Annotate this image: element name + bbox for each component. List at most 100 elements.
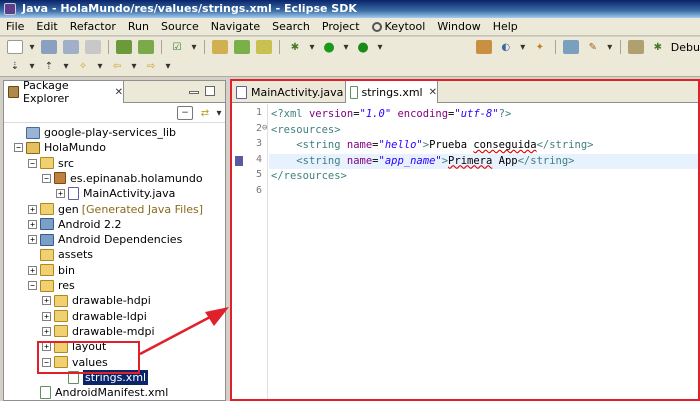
collapse-icon[interactable]: − [28, 281, 37, 290]
android-sdk-manager-icon[interactable] [116, 40, 132, 54]
window-title: Java - HolaMundo/res/values/strings.xml … [22, 2, 357, 15]
external-tools-icon[interactable]: ● [355, 40, 371, 55]
tree-item-label: bin [58, 263, 76, 277]
collapse-icon[interactable]: − [42, 173, 51, 183]
dropdown-icon[interactable]: ▾ [63, 60, 69, 74]
link-with-editor-icon[interactable]: ⇄ [197, 106, 213, 120]
menu-source[interactable]: Source [155, 18, 205, 36]
tree-item[interactable]: + gen [Generated Java Files] [28, 202, 203, 217]
eclipse-icon [4, 3, 16, 15]
folder-icon [40, 264, 54, 277]
tree-item[interactable]: + Android 2.2 [28, 217, 122, 232]
expand-icon[interactable]: + [28, 265, 37, 275]
dropdown-icon[interactable]: ▾ [343, 40, 349, 54]
tree-item-label: Android 2.2 [58, 217, 122, 231]
tree-item[interactable]: + drawable-hdpi [42, 293, 151, 308]
tree-item-label: AndroidManifest.xml [55, 386, 169, 400]
tree-item[interactable]: + MainActivity.java [56, 186, 175, 201]
dropdown-icon[interactable]: ▾ [520, 40, 526, 54]
toolbar-separator [619, 40, 621, 54]
search-icon[interactable]: ✦ [532, 40, 548, 54]
tree-item-label: gen [58, 202, 79, 216]
collapse-icon[interactable]: − [28, 158, 37, 168]
tree-item[interactable]: + drawable-ldpi [42, 309, 147, 324]
package-explorer-tab[interactable]: Package Explorer ✕ [4, 79, 124, 105]
tree-item[interactable]: + drawable-mdpi [42, 324, 155, 339]
open-task-icon[interactable]: ◐ [498, 40, 514, 54]
tree-item[interactable]: google-play-services_lib [14, 125, 176, 140]
package-explorer-icon [8, 86, 20, 98]
new-android-project-icon[interactable] [212, 40, 228, 54]
dropdown-icon[interactable]: ▾ [131, 60, 137, 74]
new-dropdown-icon[interactable]: ▾ [29, 40, 35, 54]
checkbox-icon[interactable]: ☑ [169, 40, 185, 54]
menu-file[interactable]: File [0, 18, 30, 36]
open-type-icon[interactable] [475, 40, 492, 54]
new-android-xml-icon[interactable] [256, 40, 272, 54]
pen-icon[interactable]: ✎ [585, 40, 601, 54]
tree-item[interactable]: − HolaMundo [14, 140, 106, 155]
back-icon[interactable]: ⇦ [109, 60, 125, 74]
expand-icon[interactable]: + [42, 311, 51, 321]
menu-refactor[interactable]: Refactor [64, 18, 122, 36]
menu-search[interactable]: Search [266, 18, 316, 36]
menu-window[interactable]: Window [431, 18, 486, 36]
toolbar-separator [108, 40, 109, 54]
expand-icon[interactable]: + [28, 204, 37, 214]
new-java-class-icon[interactable] [234, 40, 250, 54]
forward-icon[interactable]: ⇨ [143, 60, 159, 74]
menu-help[interactable]: Help [487, 18, 524, 36]
tree-item[interactable]: assets [28, 247, 93, 262]
save-all-icon[interactable] [63, 40, 79, 54]
last-edit-icon[interactable]: ✧ [75, 60, 91, 74]
tree-item-label: drawable-ldpi [72, 309, 147, 323]
minimize-view-icon[interactable] [189, 91, 199, 94]
tree-item[interactable]: + bin [28, 263, 75, 278]
tree-item[interactable]: − src [28, 156, 74, 171]
menu-navigate[interactable]: Navigate [205, 18, 266, 36]
dropdown-icon[interactable]: ▾ [377, 40, 383, 54]
source-folder-icon [40, 157, 54, 170]
debug-perspective-icon[interactable]: ✱ [650, 40, 666, 54]
tree-item-label: google-play-services_lib [44, 126, 177, 139]
tree-item[interactable]: − es.epinanab.holamundo [42, 171, 203, 186]
collapse-icon[interactable]: − [14, 143, 23, 153]
dropdown-icon[interactable]: ▾ [191, 40, 197, 54]
toolbar-separator [161, 40, 162, 54]
keytool-icon [371, 21, 382, 32]
expand-icon[interactable]: + [28, 235, 37, 245]
expand-icon[interactable]: + [42, 296, 51, 306]
next-annotation-icon[interactable]: ⇣ [7, 60, 23, 74]
dropdown-icon[interactable]: ▾ [97, 60, 103, 74]
tree-item[interactable]: + Android Dependencies [28, 232, 182, 247]
expand-icon[interactable]: + [42, 326, 51, 336]
package-explorer-title: Package Explorer [23, 79, 69, 105]
open-perspective-icon[interactable] [562, 40, 579, 54]
expand-icon[interactable]: + [56, 189, 65, 199]
dropdown-icon[interactable]: ▾ [607, 40, 613, 54]
menu-keytool[interactable]: Keytool [366, 18, 432, 36]
maximize-view-icon[interactable] [205, 86, 215, 96]
save-icon[interactable] [41, 40, 57, 54]
dropdown-icon[interactable]: ▾ [309, 40, 315, 54]
dropdown-icon[interactable]: ▾ [29, 60, 35, 74]
debug-perspective-label[interactable]: Debu [671, 41, 700, 54]
menu-project[interactable]: Project [316, 18, 366, 36]
prev-annotation-icon[interactable]: ⇡ [41, 60, 57, 74]
view-menu-icon[interactable]: ▾ [215, 106, 223, 120]
run-icon[interactable]: ● [321, 40, 337, 55]
menu-run[interactable]: Run [122, 18, 155, 36]
tree-item[interactable]: AndroidManifest.xml [28, 385, 168, 400]
menu-edit[interactable]: Edit [30, 18, 63, 36]
android-avd-manager-icon[interactable] [138, 40, 154, 54]
expand-icon[interactable]: + [28, 219, 37, 229]
close-icon[interactable]: ✕ [115, 87, 123, 98]
java-perspective-icon[interactable] [627, 40, 644, 54]
tree-item-label: assets [58, 248, 94, 262]
print-icon[interactable] [85, 40, 101, 54]
new-icon[interactable] [7, 40, 23, 54]
debug-icon[interactable]: ✱ [287, 40, 303, 54]
collapse-all-icon[interactable]: − [177, 106, 193, 120]
dropdown-icon[interactable]: ▾ [165, 60, 171, 74]
tree-item[interactable]: − res [28, 278, 75, 293]
